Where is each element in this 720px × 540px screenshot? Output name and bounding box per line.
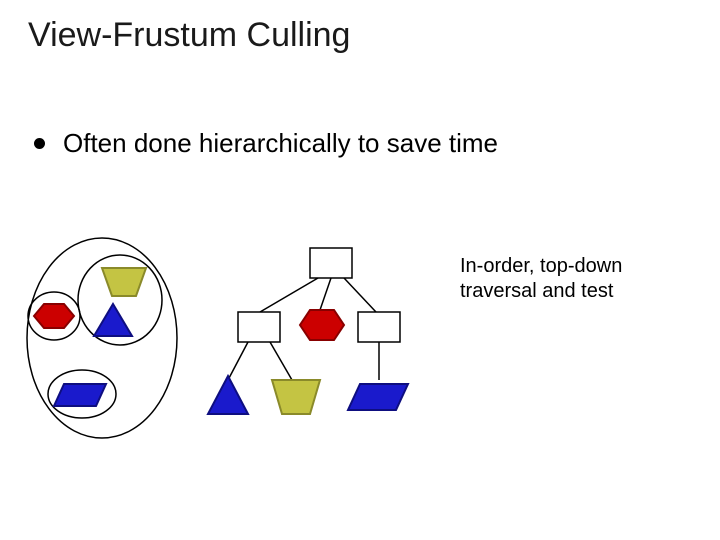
tree-edge — [270, 342, 292, 380]
triangle-icon — [94, 304, 132, 336]
tree-left-box — [238, 312, 280, 342]
tree-edge — [320, 278, 331, 310]
tree-trapezoid-icon — [272, 380, 320, 414]
tree-edge — [228, 342, 248, 380]
hexagon-icon — [34, 304, 74, 328]
diagram-svg — [20, 230, 450, 470]
tree-right-box — [358, 312, 400, 342]
tree-hexagon-icon — [300, 310, 344, 340]
tree-triangle-icon — [208, 376, 248, 414]
bullet-text: Often done hierarchically to save time — [63, 128, 498, 159]
traversal-caption: In-order, top-down traversal and test — [460, 254, 622, 304]
tree-root-box — [310, 248, 352, 278]
trapezoid-icon — [102, 268, 146, 296]
bullet-item: Often done hierarchically to save time — [34, 128, 498, 159]
caption-line-1: In-order, top-down — [460, 255, 622, 277]
bullet-dot-icon — [34, 138, 45, 149]
parallelogram-icon — [54, 384, 106, 406]
slide: View-Frustum Culling Often done hierarch… — [0, 0, 720, 540]
tree-parallelogram-icon — [348, 384, 408, 410]
page-title: View-Frustum Culling — [28, 16, 350, 55]
tree-edge — [344, 278, 376, 312]
caption-line-2: traversal and test — [460, 280, 613, 302]
tree-edge — [260, 278, 318, 312]
